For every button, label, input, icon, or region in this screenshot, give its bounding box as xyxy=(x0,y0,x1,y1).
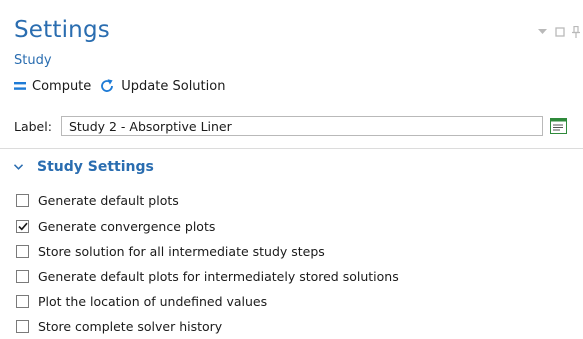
update-solution-button[interactable]: Update Solution xyxy=(99,78,225,94)
option-plot-undefined-values[interactable]: Plot the location of undefined values xyxy=(16,292,267,310)
study-settings-header[interactable]: Study Settings xyxy=(14,157,154,177)
checkbox[interactable] xyxy=(16,193,29,207)
compute-label: Compute xyxy=(32,78,92,94)
option-label: Store solution for all intermediate stud… xyxy=(38,243,325,259)
compute-button[interactable]: Compute xyxy=(14,79,91,94)
update-solution-label: Update Solution xyxy=(121,78,226,94)
toolbar: Compute Update Solution xyxy=(14,76,225,96)
option-default-plots-intermediate[interactable]: Generate default plots for intermediatel… xyxy=(16,267,399,285)
chevron-down-icon xyxy=(14,164,24,170)
section-title: Study Settings xyxy=(37,159,154,175)
checkbox[interactable] xyxy=(16,244,29,258)
option-label: Store complete solver history xyxy=(38,318,223,334)
form-icon[interactable] xyxy=(549,116,569,136)
option-label: Plot the location of undefined values xyxy=(38,293,268,309)
compute-icon xyxy=(14,82,26,90)
checkmark-icon xyxy=(17,222,28,230)
settings-panel: Settings Study Compute Update Solution L… xyxy=(0,0,583,339)
option-label: Generate default plots xyxy=(38,192,179,208)
checkbox[interactable] xyxy=(16,319,29,333)
page-title: Settings xyxy=(14,17,110,43)
option-label: Generate convergence plots xyxy=(38,218,216,234)
option-store-intermediate-solutions[interactable]: Store solution for all intermediate stud… xyxy=(16,242,325,260)
dropdown-arrow-icon[interactable] xyxy=(538,26,547,38)
checkbox[interactable] xyxy=(16,269,29,283)
section-divider xyxy=(0,148,583,149)
pin-icon[interactable] xyxy=(572,26,580,38)
checkbox[interactable] xyxy=(16,294,29,308)
page-subtitle: Study xyxy=(14,53,52,68)
option-store-solver-history[interactable]: Store complete solver history xyxy=(16,317,222,335)
label-field-label: Label: xyxy=(14,118,52,134)
option-generate-convergence-plots[interactable]: Generate convergence plots xyxy=(16,217,215,235)
checkbox[interactable] xyxy=(16,219,29,233)
label-field-input[interactable] xyxy=(60,116,543,136)
restore-icon[interactable] xyxy=(555,26,565,38)
option-generate-default-plots[interactable]: Generate default plots xyxy=(16,191,179,209)
option-label: Generate default plots for intermediatel… xyxy=(38,268,399,284)
update-solution-icon xyxy=(99,78,115,94)
label-row: Label: xyxy=(14,114,579,138)
